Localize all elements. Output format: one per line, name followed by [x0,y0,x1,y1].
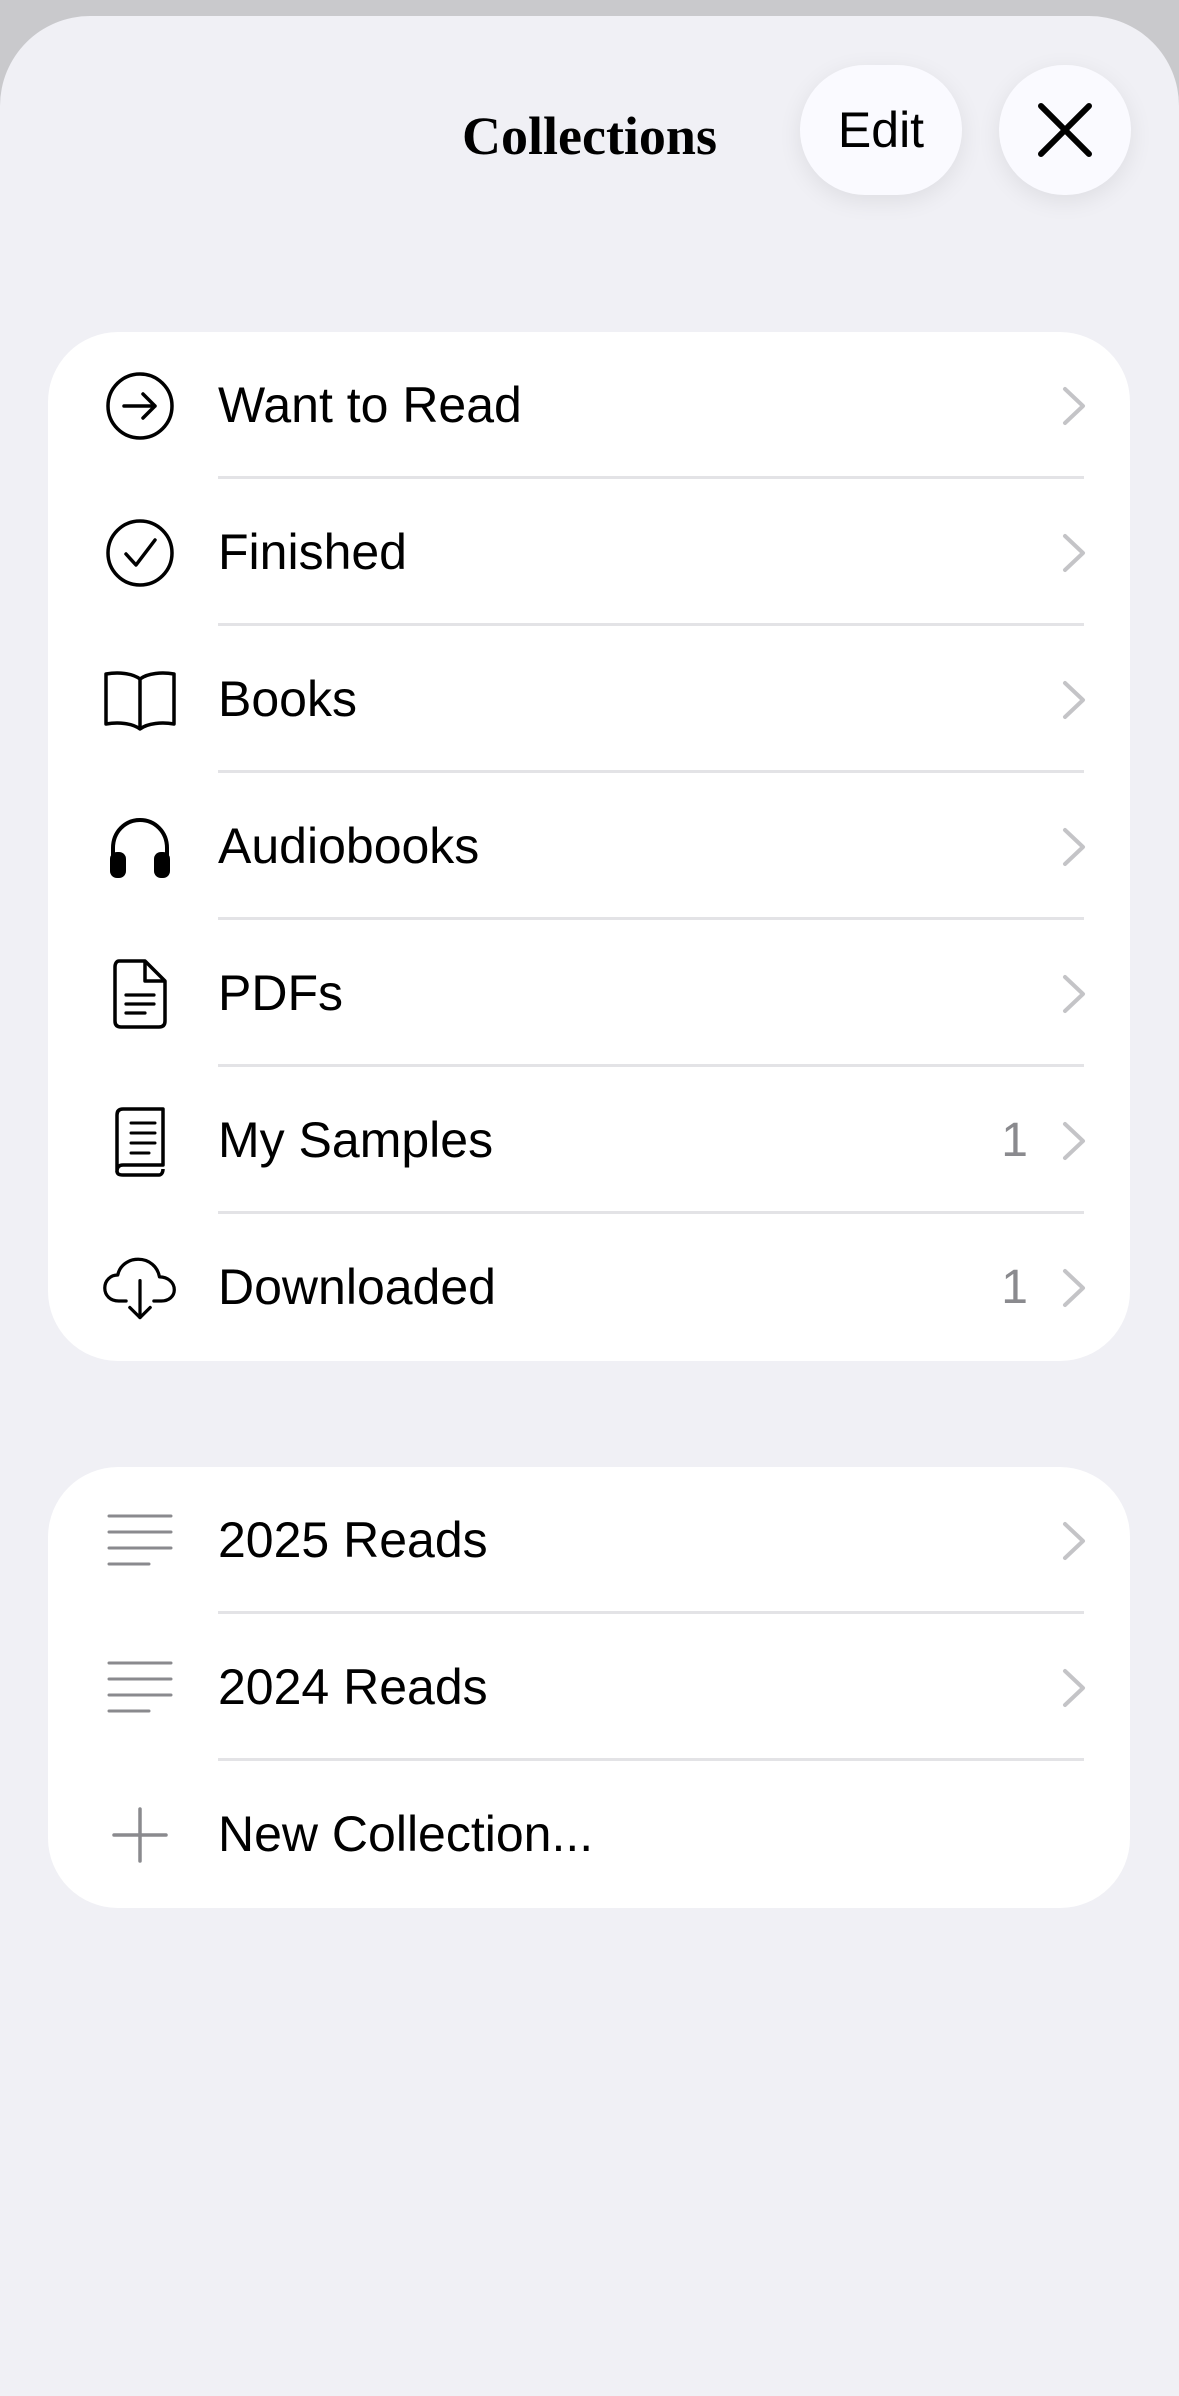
headphones-icon [102,809,178,885]
custom-collections-list: 2025 Reads 2024 Reads New Collection... [48,1467,1130,1908]
collection-row-pdfs[interactable]: PDFs [48,920,1130,1067]
chevron-right-icon [1063,975,1085,1013]
chevron-right-icon [1063,681,1085,719]
list-lines-icon [102,1503,178,1579]
collection-row-want-to-read[interactable]: Want to Read [48,332,1130,479]
cloud-download-icon [102,1250,178,1326]
list-lines-icon [102,1650,178,1726]
chevron-right-icon [1063,387,1085,425]
collection-count: 1 [1001,1261,1028,1314]
collection-row-2024-reads[interactable]: 2024 Reads [48,1614,1130,1761]
collections-sheet: Collections Edit Want to Read Finished B… [0,16,1179,2396]
collection-count: 1 [1001,1114,1028,1167]
collection-row-books[interactable]: Books [48,626,1130,773]
edit-button[interactable]: Edit [800,65,962,195]
document-icon [102,956,178,1032]
collection-label: Audiobooks [218,818,480,874]
plus-icon [102,1797,178,1873]
collection-row-finished[interactable]: Finished [48,479,1130,626]
collection-row-2025-reads[interactable]: 2025 Reads [48,1467,1130,1614]
close-button[interactable] [999,65,1131,195]
collection-row-downloaded[interactable]: Downloaded 1 [48,1214,1130,1361]
collection-label: My Samples [218,1112,494,1168]
collection-label: Finished [218,524,407,580]
chevron-right-icon [1063,1269,1085,1307]
collection-label: 2025 Reads [218,1512,488,1568]
checkmark-circle-icon [102,515,178,591]
collection-row-my-samples[interactable]: My Samples 1 [48,1067,1130,1214]
chevron-right-icon [1063,1669,1085,1707]
library-collections-list: Want to Read Finished Books Audiobooks P… [48,332,1130,1361]
chevron-right-icon [1063,828,1085,866]
collection-row-audiobooks[interactable]: Audiobooks [48,773,1130,920]
chevron-right-icon [1063,1122,1085,1160]
new-collection-button[interactable]: New Collection... [48,1761,1130,1908]
collection-label: Want to Read [218,377,522,433]
collection-label: Books [218,671,357,727]
collection-label: 2024 Reads [218,1659,488,1715]
samples-book-icon [102,1103,178,1179]
chevron-right-icon [1063,1522,1085,1560]
collection-label: Downloaded [218,1259,496,1315]
new-collection-label: New Collection... [218,1806,594,1862]
arrow-right-circle-icon [102,368,178,444]
collection-label: PDFs [218,965,343,1021]
close-icon [1038,103,1092,157]
chevron-right-icon [1063,534,1085,572]
open-book-icon [102,662,178,738]
